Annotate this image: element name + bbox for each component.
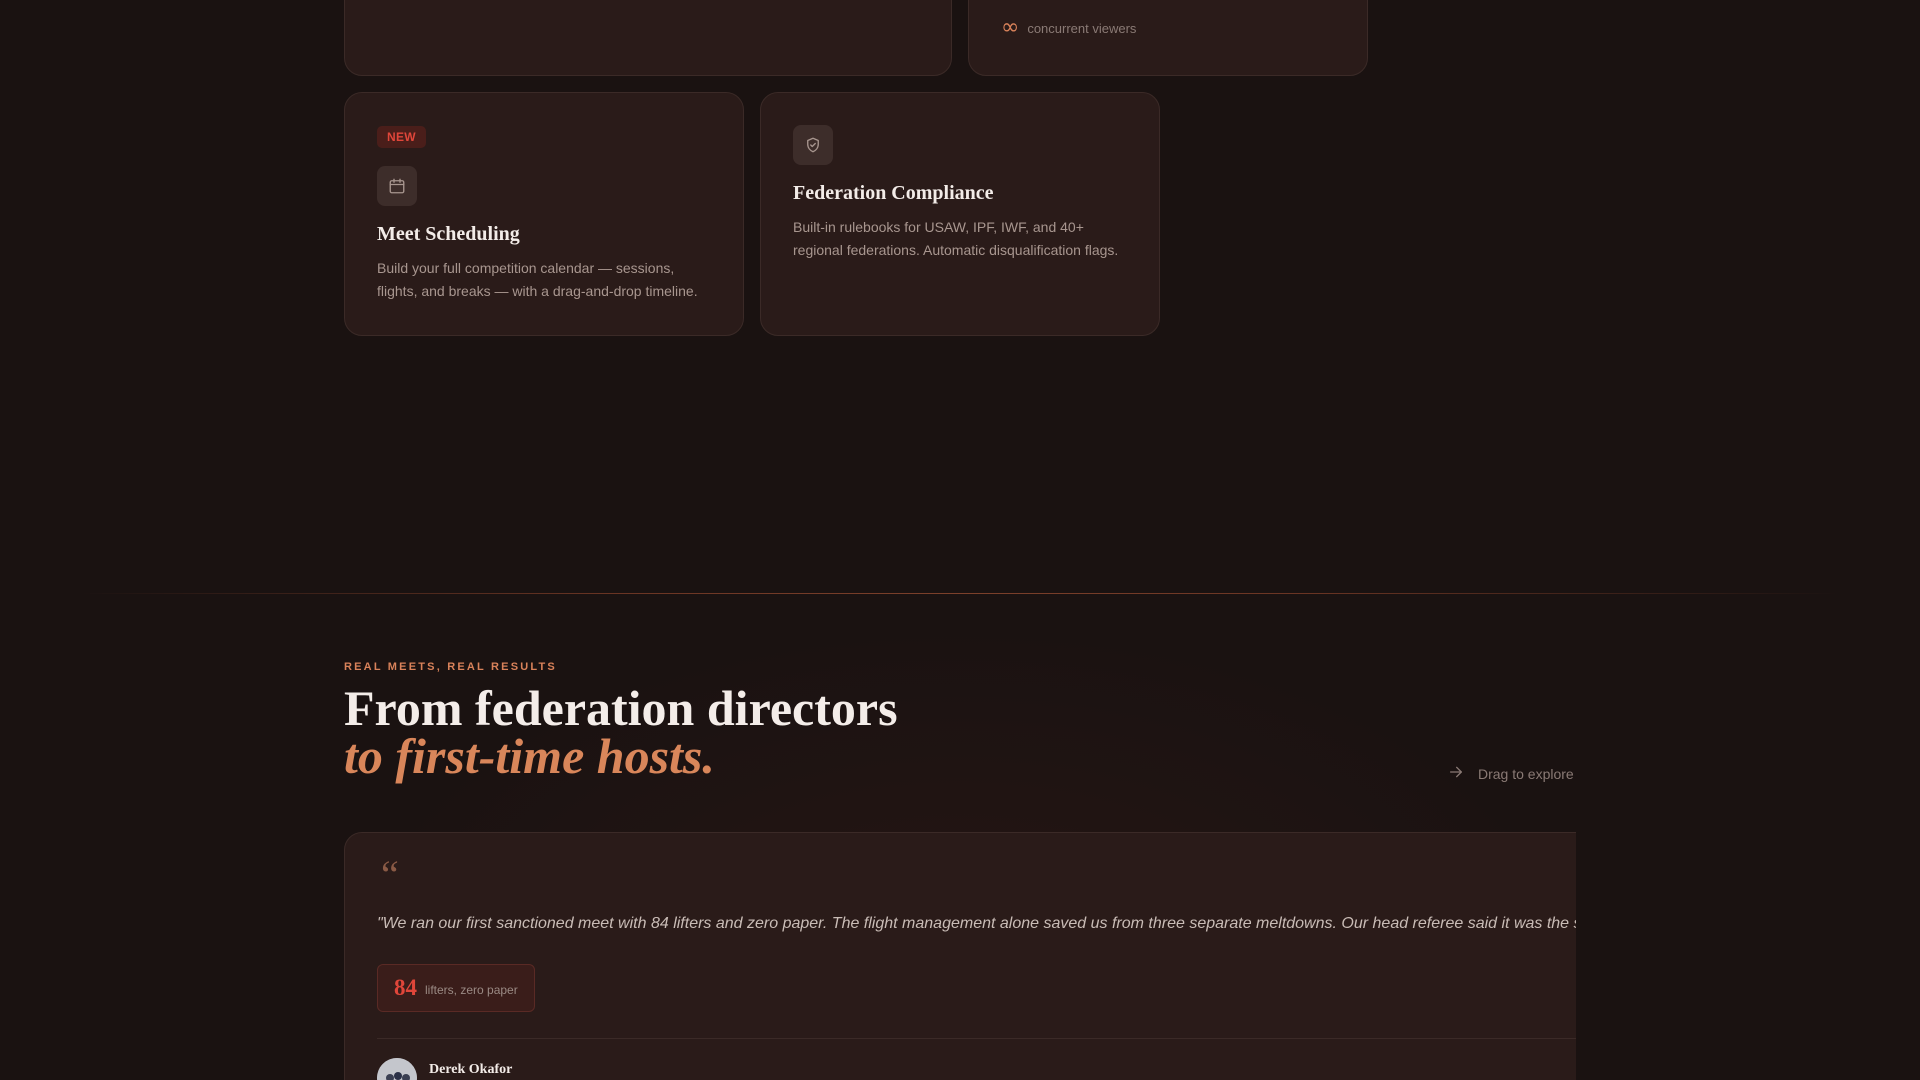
feature-card-meet-scheduling: NEW Meet Scheduling Build your full comp… (344, 92, 744, 336)
feature-card-top-right (968, 0, 1368, 76)
section-divider (80, 593, 1840, 594)
calendar-icon (377, 166, 417, 206)
card-description: Build your full competition calendar — s… (377, 260, 698, 299)
card-title: Meet Scheduling (377, 223, 520, 245)
feature-card-federation-compliance: Federation Compliance Built-in rulebooks… (760, 92, 1160, 336)
avatar (377, 1058, 417, 1080)
infinity-icon: ∞ (1001, 15, 1020, 40)
stat-value: 84 (394, 975, 417, 1000)
feature-card-top-left (344, 0, 952, 76)
testimonial-card[interactable]: “ "We ran our first sanctioned meet with… (344, 832, 1576, 1080)
viewers-label: concurrent viewers (1027, 20, 1137, 36)
shield-check-icon (793, 125, 833, 165)
concurrent-viewers-stat: ∞ concurrent viewers (1001, 15, 1137, 40)
new-badge: NEW (377, 126, 426, 148)
drag-hint-label: Drag to explore (1478, 765, 1574, 782)
arrow-right-icon (1448, 764, 1464, 783)
section-headline: From federation directors (344, 680, 898, 736)
testimonial-author: Derek Okafor (429, 1062, 513, 1077)
drag-to-explore-hint[interactable]: Drag to explore (1448, 764, 1574, 783)
card-title: Federation Compliance (793, 182, 994, 204)
testimonial-carousel[interactable]: “ "We ran our first sanctioned meet with… (344, 832, 1576, 1080)
stat-label: lifters, zero paper (425, 983, 518, 997)
section-headline-accent: to first-time hosts. (344, 728, 715, 784)
card-description: Built-in rulebooks for USAW, IPF, IWF, a… (793, 219, 1119, 258)
testimonial-quote: "We ran our first sanctioned meet with 8… (377, 915, 1576, 932)
quote-mark-icon: “ (381, 852, 399, 897)
testimonial-stat: 84 lifters, zero paper (377, 964, 535, 1012)
section-eyebrow: REAL MEETS, REAL RESULTS (344, 661, 557, 673)
testimonial-divider (377, 1038, 1576, 1039)
